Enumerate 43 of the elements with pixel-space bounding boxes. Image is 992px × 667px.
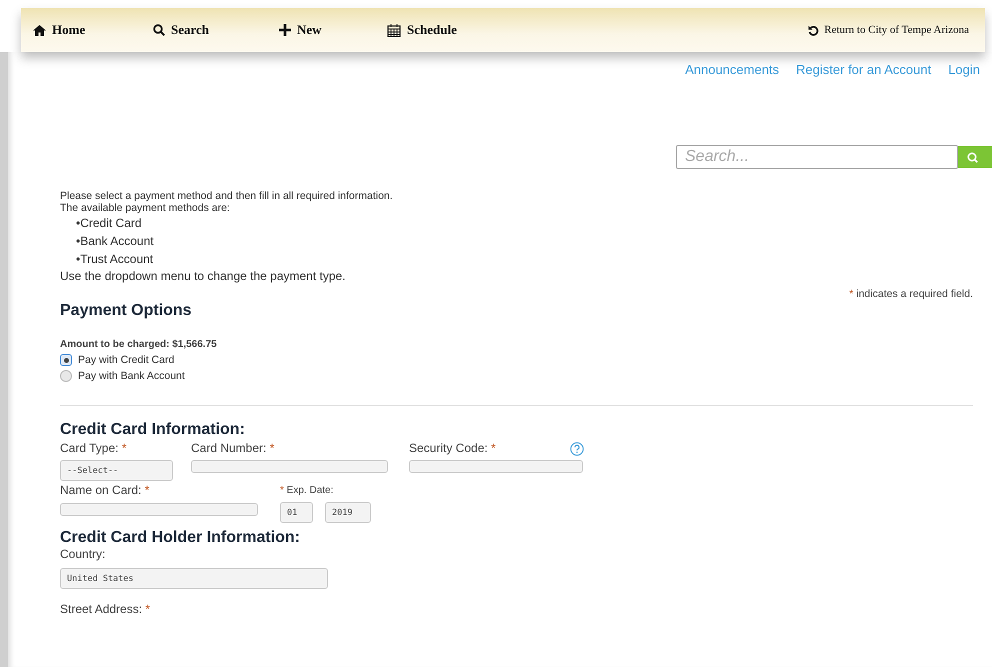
- section-title: Credit Card Information:: [60, 421, 246, 439]
- payment-method-item: •Credit Card: [75, 215, 143, 232]
- nav-link[interactable]: Home: [33, 22, 153, 38]
- country-select[interactable]: United States: [60, 568, 328, 589]
- field-label: Street Address: *: [60, 602, 152, 617]
- radio-button[interactable]: [60, 370, 72, 382]
- search-icon: [153, 24, 165, 36]
- home-icon: [33, 24, 46, 36]
- search-icon: [967, 152, 978, 162]
- field-label: * Exp. Date:: [280, 484, 334, 498]
- return-link[interactable]: Return to City of Tempe Arizona: [808, 24, 969, 36]
- field-label: Country:: [60, 547, 106, 562]
- search-field[interactable]: Search...: [676, 145, 958, 169]
- radio-option[interactable]: Pay with Credit Card: [60, 354, 973, 366]
- section-title: Payment Options: [60, 302, 193, 320]
- payment-method-item: •Trust Account: [75, 251, 154, 268]
- field-label: Card Type: *: [60, 441, 126, 456]
- plus-icon: [279, 24, 291, 36]
- payment-method-item: •Bank Account: [75, 233, 155, 250]
- nav-link[interactable]: Schedule: [387, 22, 457, 38]
- date-select[interactable]: 01: [280, 502, 313, 523]
- required-note: * indicates a required field.: [849, 288, 973, 300]
- input-field[interactable]: [191, 460, 388, 473]
- instruction-text: Use the dropdown menu to change the payment type.: [60, 268, 347, 284]
- help-icon[interactable]: [570, 442, 584, 456]
- undo-icon: [808, 24, 820, 36]
- radio-button[interactable]: [60, 354, 72, 366]
- section-title: Credit Card Holder Information:: [60, 529, 302, 547]
- field-label: Card Number: *: [191, 441, 274, 456]
- nav-link[interactable]: Search: [153, 22, 279, 38]
- calendar-icon: [387, 24, 401, 36]
- field-label: Security Code: *: [409, 441, 496, 456]
- amount-text: Amount to be charged: $1,566.75: [60, 339, 218, 350]
- instruction-text: The available payment methods are:: [60, 202, 231, 214]
- search-button[interactable]: [958, 146, 992, 168]
- date-select[interactable]: 2019: [325, 502, 371, 523]
- nav-link[interactable]: New: [279, 22, 387, 38]
- input-field[interactable]: [409, 460, 583, 473]
- card-type-select[interactable]: --Select--: [60, 460, 173, 481]
- field-label: Name on Card: *: [60, 483, 150, 498]
- input-field[interactable]: [60, 503, 258, 516]
- radio-option[interactable]: Pay with Bank Account: [60, 370, 973, 382]
- instruction-text: Please select a payment method and then fill in all required information.: [60, 190, 394, 202]
